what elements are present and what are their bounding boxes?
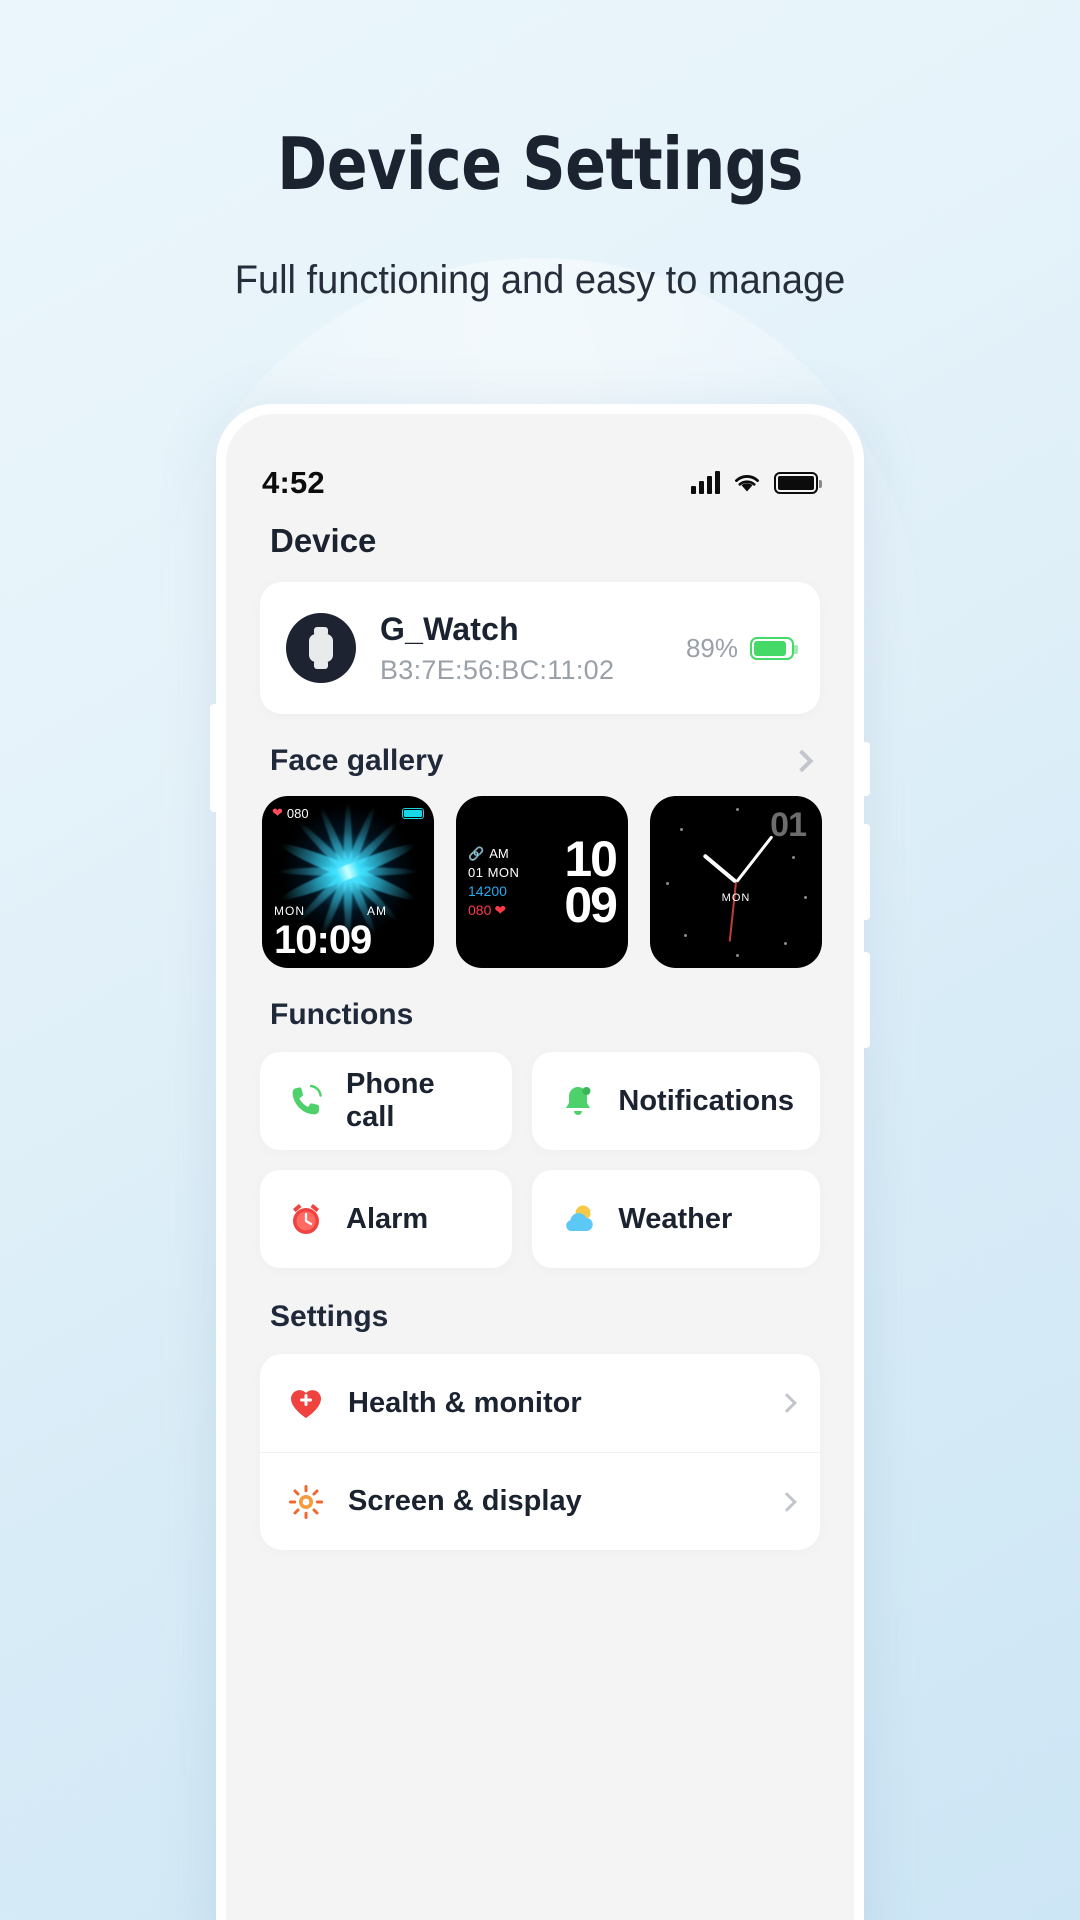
face-gallery-heading: Face gallery [270,744,444,777]
device-battery: 89% [685,632,798,664]
heart-icon: ❤ [494,901,507,918]
function-label: Weather [618,1202,733,1235]
face-digital-minutes: 09 [564,877,618,933]
status-bar: 4:52 [226,414,854,508]
face-gallery-list: ❤ 080 MON AM 10:09 🔗 AM 01 MON 14200 080… [260,796,822,968]
face-digital-status: 🔗 AM [468,846,519,862]
phone-icon [286,1081,326,1121]
device-mac-address: B3:7E:56:BC:11:02 [380,654,615,685]
chevron-right-icon[interactable] [790,749,814,773]
phone-mute-button[interactable] [863,742,870,796]
settings-list: Health & monitor Screen & display [260,1354,820,1550]
phone-power-button[interactable] [863,952,870,1048]
phone-volume-button-left[interactable] [210,704,217,812]
bell-icon [558,1081,598,1121]
alarm-clock-icon [286,1199,326,1239]
face-flower-battery-icon [402,807,424,819]
sun-cloud-icon [558,1199,598,1239]
face-digital-date: 01 MON [468,864,520,880]
function-label: Notifications [618,1084,794,1117]
settings-row-health-monitor[interactable]: Health & monitor [260,1354,820,1452]
face-analog-hour-hand [702,853,738,884]
status-time: 4:52 [262,465,325,500]
function-label: Alarm [346,1202,429,1235]
device-info: G_Watch B3:7E:56:BC:11:02 [380,611,686,686]
settings-label: Screen & display [348,1485,582,1517]
heart-plus-icon [286,1383,326,1423]
battery-icon [774,472,822,494]
face-analog-date: 01 [770,806,807,844]
face-flower-meridiem: AM [367,904,387,918]
face-digital-steps: 14200 [468,882,507,899]
page-subtitle: Full functioning and easy to manage [234,258,846,302]
hero-section: Device Settings Full functioning and eas… [0,0,1080,303]
watch-face-analog[interactable]: 01 MON [650,796,822,968]
face-digital-hours: 10 [564,831,618,887]
face-flower-time: 10:09 [274,918,372,962]
screen-content: Device G_Watch B3:7E:56:BC:11:02 89% Fac… [226,522,854,1550]
function-phone-call[interactable]: Phone call [260,1052,513,1150]
settings-row-screen-display[interactable]: Screen & display [260,1452,820,1550]
face-digital-heart-rate: 080 ❤ [468,901,507,919]
cellular-signal-icon [691,471,720,494]
brightness-icon [286,1482,326,1522]
function-alarm[interactable]: Alarm [260,1170,513,1268]
functions-heading: Functions [270,998,414,1031]
face-flower-heart-rate: ❤ 080 [272,805,309,821]
watch-face-flower[interactable]: ❤ 080 MON AM 10:09 [262,796,434,968]
chevron-right-icon[interactable] [777,1491,797,1512]
chevron-right-icon[interactable] [777,1393,797,1413]
phone-screen: 4:52 Device G_Watch B3:7E:56:BC:11:02 89… [226,414,854,1920]
status-icons [691,471,822,494]
wifi-icon [733,472,761,494]
phone-mockup: 4:52 Device G_Watch B3:7E:56:BC:11:02 89… [210,404,870,1920]
face-flower-topbar: ❤ 080 [272,805,424,821]
function-weather[interactable]: Weather [532,1170,820,1268]
face-digital-meridiem: AM [489,846,509,861]
page-title: Device Settings [277,122,803,206]
face-flower-bottom: MON AM 10:09 [274,904,387,960]
device-name: G_Watch [380,610,519,647]
function-label: Phone call [346,1068,435,1133]
function-notifications[interactable]: Notifications [532,1052,820,1150]
device-battery-percent: 89% [685,632,738,663]
device-card[interactable]: G_Watch B3:7E:56:BC:11:02 89% [260,582,820,714]
link-icon: 🔗 [468,845,485,861]
device-section-heading: Device [270,522,377,559]
face-analog-second-hand [728,881,737,942]
heart-icon: ❤ [272,805,283,820]
battery-green-icon [750,636,798,660]
face-analog-day: MON [721,892,751,905]
face-flower-day: MON [274,904,305,918]
face-gallery-header[interactable]: Face gallery [270,744,814,778]
face-analog-minute-hand [734,835,773,883]
watch-face-digital[interactable]: 🔗 AM 01 MON 14200 080 ❤ 10 09 [456,796,628,968]
watch-icon [286,613,356,683]
functions-grid: Phone call Notifications Alarm Weather [260,1052,820,1268]
settings-label: Health & monitor [348,1386,582,1419]
phone-volume-up-button[interactable] [863,824,870,920]
settings-heading: Settings [270,1300,389,1333]
